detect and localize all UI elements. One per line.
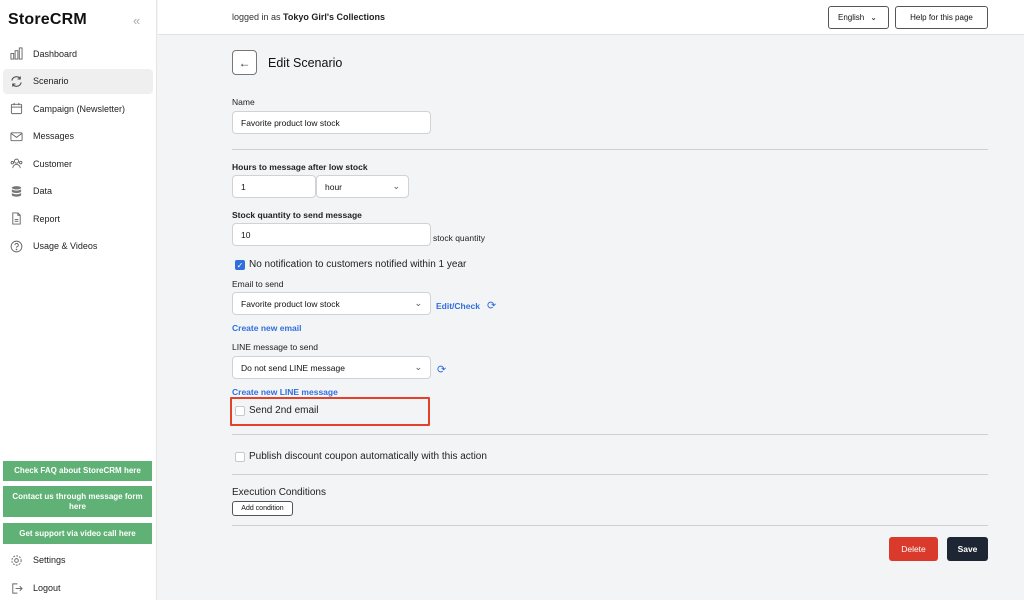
- language-select[interactable]: English ⌄: [828, 6, 889, 29]
- top-bar: logged in as Tokyo Girl's Collections En…: [158, 0, 1024, 35]
- sidebar-nav: Dashboard Scenario Campaign (Newsletter)…: [3, 41, 153, 261]
- calendar-icon: [9, 102, 23, 116]
- sidebar: StoreCRM « Dashboard Scenario Campaign (…: [0, 0, 157, 600]
- bar-chart-icon: [9, 47, 23, 61]
- settings-label: Settings: [33, 555, 66, 565]
- name-input[interactable]: Favorite product low stock: [232, 111, 431, 134]
- conditions-label: Execution Conditions: [232, 487, 326, 498]
- sidebar-item-messages[interactable]: Messages: [3, 124, 153, 149]
- sidebar-item-label: Report: [33, 213, 61, 224]
- language-value: English: [838, 13, 865, 22]
- create-email-link[interactable]: Create new email: [232, 323, 301, 333]
- no-notify-label: No notification to customers notified wi…: [249, 259, 467, 270]
- email-select[interactable]: Favorite product low stock ⌄: [232, 292, 431, 315]
- help-circle-icon: [9, 239, 23, 253]
- back-button[interactable]: ←: [232, 50, 257, 75]
- delete-button[interactable]: Delete: [889, 537, 938, 561]
- sidebar-item-label: Messages: [33, 131, 75, 141]
- name-label: Name: [232, 97, 255, 107]
- sidebar-item-label: Data: [33, 186, 53, 196]
- sidebar-item-report[interactable]: Report: [3, 206, 153, 231]
- coupon-label: Publish discount coupon automatically wi…: [249, 451, 487, 462]
- sidebar-item-label: Usage & Videos: [33, 241, 98, 251]
- support-button[interactable]: Get support via video call here: [3, 523, 152, 544]
- divider: [232, 474, 988, 475]
- chevron-down-icon: ⌄: [392, 181, 400, 191]
- app-logo: StoreCRM: [8, 11, 87, 28]
- line-label: LINE message to send: [232, 342, 318, 352]
- sidebar-item-label: Scenario: [33, 76, 69, 86]
- login-status: logged in as Tokyo Girl's Collections: [232, 12, 385, 22]
- mail-icon: [9, 129, 23, 143]
- login-prefix: logged in as: [232, 12, 284, 22]
- email-select-value: Favorite product low stock: [241, 298, 340, 309]
- logout-label: Logout: [33, 583, 61, 593]
- page-title: Edit Scenario: [268, 56, 343, 70]
- chevron-down-icon: ⌄: [414, 298, 422, 308]
- sidebar-item-dashboard[interactable]: Dashboard: [3, 41, 153, 66]
- sidebar-item-data[interactable]: Data: [3, 179, 153, 204]
- sidebar-item-label: Customer: [33, 158, 73, 169]
- document-icon: [9, 212, 23, 226]
- line-select-value: Do not send LINE message: [241, 362, 345, 373]
- contact-button[interactable]: Contact us through message form here: [3, 486, 152, 517]
- create-line-link[interactable]: Create new LINE message: [232, 387, 338, 397]
- stock-suffix: stock quantity: [433, 233, 485, 243]
- gear-icon: [9, 553, 23, 567]
- save-button[interactable]: Save: [947, 537, 988, 561]
- logged-in-user: Tokyo Girl's Collections: [283, 12, 386, 22]
- logout-icon: [9, 581, 23, 595]
- email-label: Email to send: [232, 279, 284, 289]
- coupon-checkbox[interactable]: [235, 452, 245, 462]
- hours-unit-value: hour: [325, 181, 343, 192]
- faq-button[interactable]: Check FAQ about StoreCRM here: [3, 461, 152, 481]
- no-notify-checkbox[interactable]: ✓: [235, 260, 245, 270]
- refresh-email-icon[interactable]: ⟳: [487, 299, 496, 312]
- chevron-down-icon: ⌄: [870, 13, 877, 22]
- sidebar-item-usage-videos[interactable]: Usage & Videos: [3, 234, 153, 259]
- highlight-box: [230, 397, 430, 426]
- refresh-icon: [9, 74, 23, 88]
- sidebar-item-label: Campaign (Newsletter): [33, 103, 126, 114]
- stock-label: Stock quantity to send message: [232, 210, 362, 220]
- help-button[interactable]: Help for this page: [895, 6, 988, 29]
- logout-link[interactable]: Logout: [3, 578, 153, 598]
- collapse-sidebar-icon[interactable]: «: [133, 13, 140, 28]
- hours-label: Hours to message after low stock: [232, 162, 368, 172]
- sidebar-item-customer[interactable]: Customer: [3, 151, 153, 176]
- stock-input[interactable]: 10: [232, 223, 431, 246]
- database-icon: [9, 184, 23, 198]
- chevron-down-icon: ⌄: [414, 362, 422, 372]
- hours-input[interactable]: 1: [232, 175, 316, 198]
- edit-check-link[interactable]: Edit/Check: [436, 301, 480, 311]
- sidebar-item-campaign[interactable]: Campaign (Newsletter): [3, 96, 153, 121]
- users-icon: [9, 157, 23, 171]
- settings-link[interactable]: Settings: [3, 550, 153, 570]
- sidebar-item-scenario[interactable]: Scenario: [3, 68, 153, 94]
- divider: [232, 149, 988, 150]
- sidebar-item-label: Dashboard: [33, 48, 78, 59]
- divider: [232, 525, 988, 526]
- line-select[interactable]: Do not send LINE message ⌄: [232, 356, 431, 379]
- refresh-line-icon[interactable]: ⟳: [437, 363, 446, 376]
- add-condition-button[interactable]: Add condition: [232, 501, 293, 516]
- divider: [232, 434, 988, 435]
- hours-unit-select[interactable]: hour ⌄: [316, 175, 409, 198]
